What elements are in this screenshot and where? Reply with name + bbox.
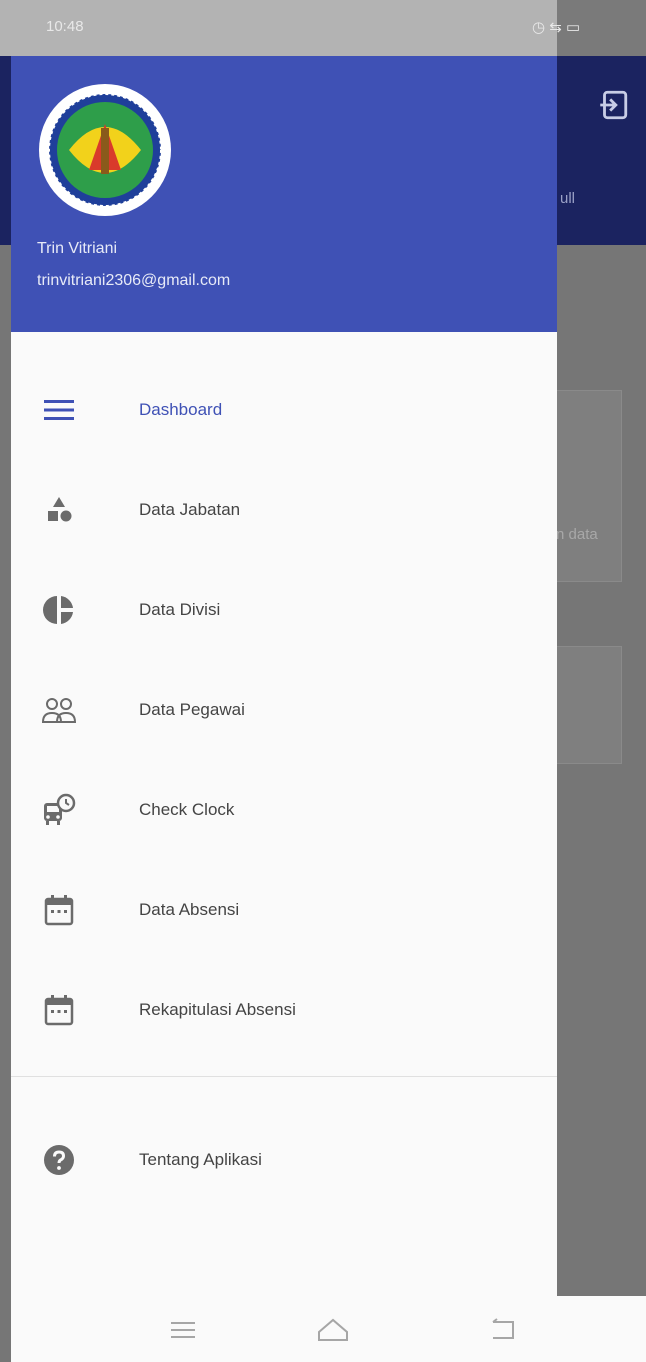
menu-divider [11,1076,557,1077]
home-icon[interactable] [313,1310,353,1350]
calendar-icon [41,892,77,928]
calendar-icon [41,992,77,1028]
menu-item-label: Data Jabatan [139,500,241,519]
bus-clock-icon [41,792,77,828]
menu-item-label: Data Divisi [139,600,221,619]
status-icons: ◷ ⇆ ▭ [532,19,581,36]
menu-item-label: Tentang Aplikasi [139,1150,262,1169]
avatar[interactable] [39,84,171,216]
navigation-drawer: Trin Vitriani trinvitriani2306@gmail.com… [11,56,557,1296]
school-logo-icon [43,88,167,212]
logout-icon[interactable] [596,88,630,122]
background-tab-text: ull [560,190,576,207]
people-icon [41,692,77,728]
menu-item-label: Data Pegawai [139,700,245,719]
system-nav-bar [11,1296,646,1362]
menu-item-data-jabatan[interactable]: Data Jabatan [11,460,557,560]
background-card-text: n data [556,526,598,543]
menu-item-label: Check Clock [139,800,235,819]
status-time: 10:48 [46,18,84,35]
status-bar [0,0,557,56]
menu-item-data-divisi[interactable]: Data Divisi [11,560,557,660]
user-email: trinvitriani2306@gmail.com [37,272,231,289]
menu-item-data-absensi[interactable]: Data Absensi [11,860,557,960]
recent-apps-icon[interactable] [163,1310,203,1350]
menu-item-rekapitulasi-absensi[interactable]: Rekapitulasi Absensi [11,960,557,1060]
menu-icon [41,392,77,428]
back-icon[interactable] [483,1310,523,1350]
drawer-header: Trin Vitriani trinvitriani2306@gmail.com [11,56,557,332]
menu-item-check-clock[interactable]: Check Clock [11,760,557,860]
menu-item-tentang-aplikasi[interactable]: Tentang Aplikasi [11,1110,557,1210]
user-name: Trin Vitriani [37,240,118,257]
menu-item-label: Data Absensi [139,900,240,919]
menu-item-data-pegawai[interactable]: Data Pegawai [11,660,557,760]
pie-chart-icon [41,592,77,628]
help-icon [41,1142,77,1178]
shapes-icon [41,492,77,528]
menu-item-dashboard[interactable]: Dashboard [11,360,557,460]
menu-item-label: Dashboard [139,400,223,419]
menu-item-label: Rekapitulasi Absensi [139,1000,296,1019]
